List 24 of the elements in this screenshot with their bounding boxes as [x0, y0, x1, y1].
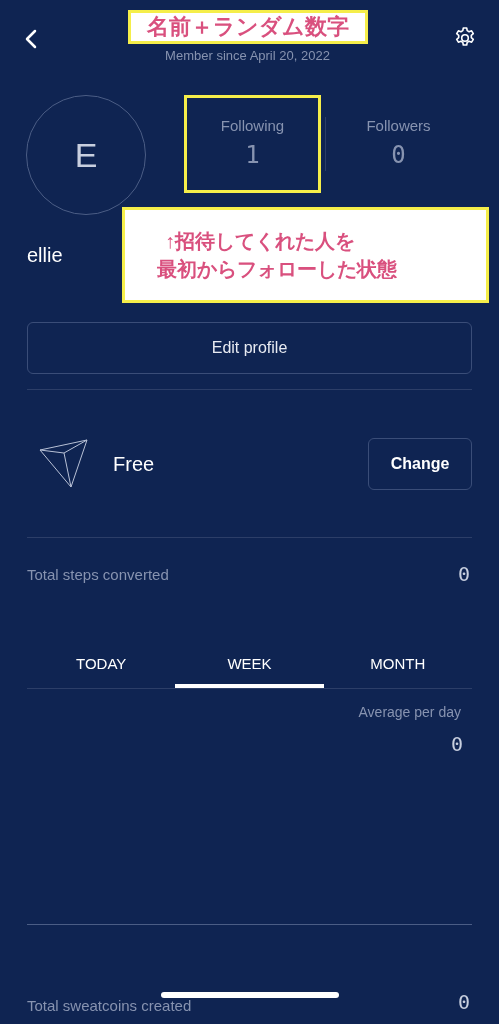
user-name: ellie [27, 243, 64, 268]
period-tab[interactable]: TODAY [27, 644, 176, 688]
edit-profile-button[interactable]: Edit profile [27, 322, 472, 374]
stat-value: 0 [450, 731, 463, 758]
member-since-text: Member since April 20, 2022 [165, 47, 330, 65]
period-tab[interactable]: WEEK [175, 644, 324, 688]
stat-label: Average per day [358, 703, 461, 722]
stat-label: Followers [366, 115, 431, 136]
stat-item[interactable]: Following 1 [184, 95, 321, 193]
change-button[interactable]: Change [368, 437, 472, 490]
paper-plane-icon [39, 438, 89, 489]
stat-label: Following [220, 115, 285, 136]
stat-item[interactable]: Followers 0 [330, 95, 467, 193]
annotation-line: ↑招待してくれた人を [165, 229, 356, 254]
stat-label: Total steps converted [27, 564, 169, 585]
annotation-label: 名前＋ランダム数字 [127, 10, 368, 44]
stat-value: 1 [245, 140, 260, 172]
stat-label: Total sweatcoins created [27, 995, 192, 1016]
stat-value: 0 [457, 561, 470, 588]
annotation-line: 最初からフォローした状態 [157, 257, 398, 282]
stat-value: 0 [457, 989, 470, 1016]
stat-value: 0 [391, 140, 406, 172]
plan-name: Free [113, 451, 156, 477]
period-tab[interactable]: MONTH [323, 644, 472, 688]
